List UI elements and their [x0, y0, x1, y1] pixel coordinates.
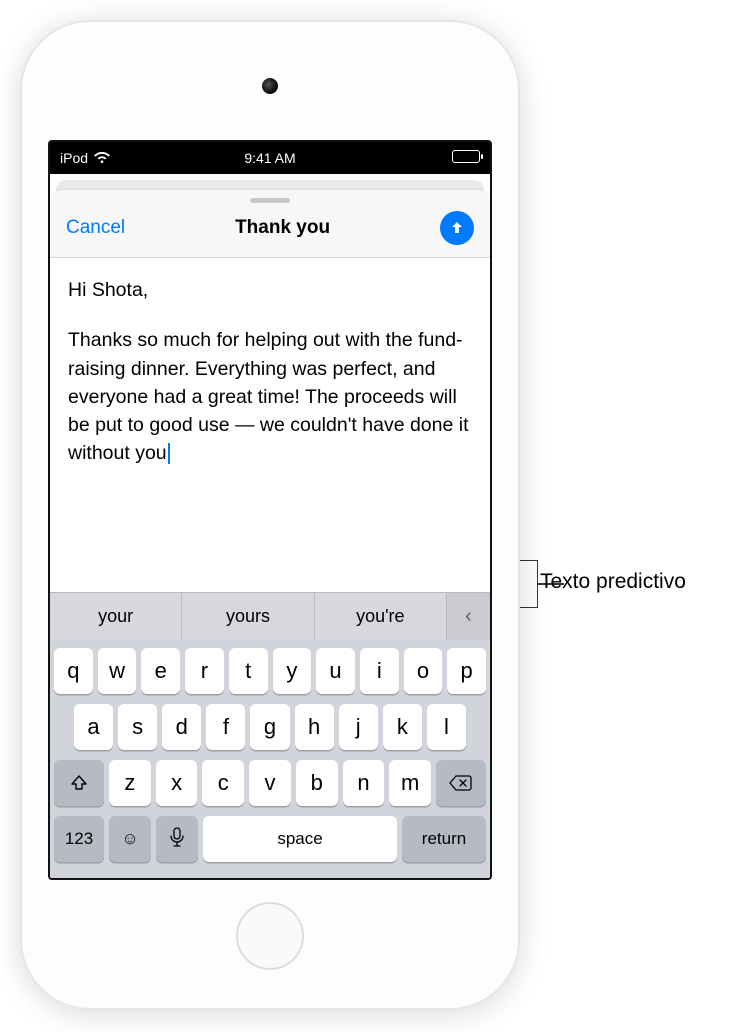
emoji-icon: ☺: [121, 829, 138, 849]
key-l[interactable]: l: [427, 704, 466, 750]
compose-navbar: Cancel Thank you: [50, 211, 490, 257]
prediction-2[interactable]: yours: [181, 593, 313, 640]
prediction-1[interactable]: your: [50, 593, 181, 640]
key-q[interactable]: q: [54, 648, 93, 694]
key-i[interactable]: i: [360, 648, 399, 694]
key-n[interactable]: n: [343, 760, 385, 806]
status-bar: iPod 9:41 AM: [50, 142, 490, 174]
space-key[interactable]: space: [203, 816, 397, 862]
cancel-button[interactable]: Cancel: [66, 217, 125, 239]
return-key[interactable]: return: [402, 816, 486, 862]
keyboard: q w e r t y u i o p a s d f g h: [50, 640, 490, 878]
keyboard-area: your yours you're ‹ q w e r t y u i o: [50, 592, 490, 878]
wifi-icon: [94, 152, 110, 164]
key-j[interactable]: j: [339, 704, 378, 750]
clock: 9:41 AM: [244, 150, 295, 166]
key-x[interactable]: x: [156, 760, 198, 806]
key-w[interactable]: w: [98, 648, 137, 694]
ipod-device-frame: iPod 9:41 AM Cancel Thank you: [20, 20, 520, 1010]
collapse-predictions-button[interactable]: ‹: [446, 593, 490, 640]
predictive-text-bar: your yours you're ‹: [50, 592, 490, 640]
key-b[interactable]: b: [296, 760, 338, 806]
screen: iPod 9:41 AM Cancel Thank you: [48, 140, 492, 880]
key-g[interactable]: g: [250, 704, 289, 750]
status-right: [452, 150, 480, 166]
text-cursor: [168, 443, 170, 464]
key-o[interactable]: o: [404, 648, 443, 694]
status-left: iPod: [60, 150, 110, 166]
sheet-grabber[interactable]: [250, 198, 290, 203]
callout-bracket: [520, 560, 538, 608]
keyboard-row-2: a s d f g h j k l: [54, 704, 486, 750]
numbers-key[interactable]: 123: [54, 816, 104, 862]
key-r[interactable]: r: [185, 648, 224, 694]
chevron-left-icon: ‹: [465, 605, 472, 628]
key-a[interactable]: a: [74, 704, 113, 750]
email-body-input[interactable]: Hi Shota, Thanks so much for helping out…: [50, 258, 490, 592]
send-button[interactable]: [440, 211, 474, 245]
key-p[interactable]: p: [447, 648, 486, 694]
home-button[interactable]: [236, 902, 304, 970]
shift-key[interactable]: [54, 760, 104, 806]
prediction-3[interactable]: you're: [314, 593, 446, 640]
battery-icon: [452, 150, 480, 163]
key-k[interactable]: k: [383, 704, 422, 750]
key-f[interactable]: f: [206, 704, 245, 750]
dictation-key[interactable]: [156, 816, 198, 862]
email-body-text: Thanks so much for helping out with the …: [68, 326, 472, 467]
key-u[interactable]: u: [316, 648, 355, 694]
backspace-key[interactable]: [436, 760, 486, 806]
key-t[interactable]: t: [229, 648, 268, 694]
email-greeting: Hi Shota,: [68, 276, 472, 304]
compose-title: Thank you: [235, 217, 330, 239]
key-v[interactable]: v: [249, 760, 291, 806]
key-s[interactable]: s: [118, 704, 157, 750]
keyboard-row-3: z x c v b n m: [54, 760, 486, 806]
keyboard-row-4: 123 ☺ space return: [54, 816, 486, 862]
compose-sheet: Cancel Thank you: [50, 190, 490, 257]
keyboard-row-1: q w e r t y u i o p: [54, 648, 486, 694]
key-z[interactable]: z: [109, 760, 151, 806]
key-c[interactable]: c: [202, 760, 244, 806]
front-camera: [262, 78, 278, 94]
key-h[interactable]: h: [295, 704, 334, 750]
key-y[interactable]: y: [273, 648, 312, 694]
microphone-icon: [170, 827, 184, 852]
carrier-label: iPod: [60, 150, 88, 166]
key-m[interactable]: m: [389, 760, 431, 806]
key-d[interactable]: d: [162, 704, 201, 750]
emoji-key[interactable]: ☺: [109, 816, 151, 862]
key-e[interactable]: e: [141, 648, 180, 694]
callout-label: Texto predictivo: [540, 570, 686, 594]
